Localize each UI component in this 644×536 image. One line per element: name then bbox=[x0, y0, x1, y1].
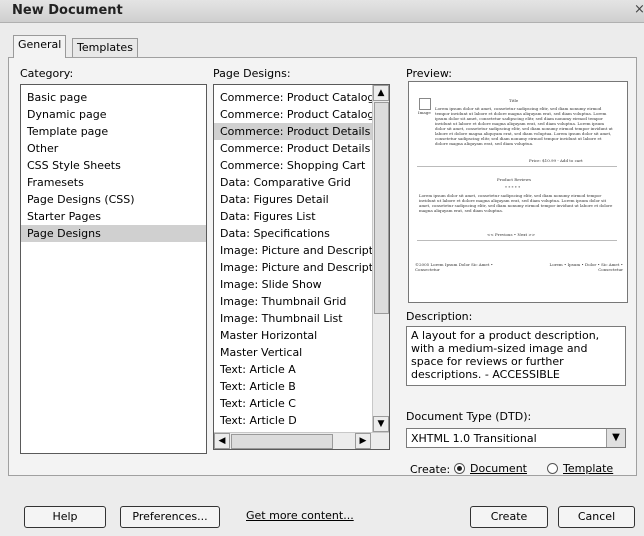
preview-image-label: Image bbox=[418, 110, 431, 115]
page-design-item[interactable]: Image: Picture and Description bbox=[214, 259, 372, 276]
preview-divider-2 bbox=[417, 240, 617, 241]
page-design-item[interactable]: Commerce: Product Details bbox=[214, 123, 372, 140]
dialog-title: New Document bbox=[12, 3, 123, 18]
category-label: Category: bbox=[20, 67, 74, 80]
category-item[interactable]: CSS Style Sheets bbox=[21, 157, 206, 174]
category-item[interactable]: Template page bbox=[21, 123, 206, 140]
create-template-label[interactable]: Template bbox=[563, 462, 613, 475]
get-more-content-link[interactable]: Get more content... bbox=[246, 509, 354, 522]
create-document-radio[interactable] bbox=[454, 463, 465, 474]
category-item[interactable]: Dynamic page bbox=[21, 106, 206, 123]
scroll-down-icon[interactable]: ▼ bbox=[373, 416, 389, 432]
page-design-item[interactable]: Master Vertical bbox=[214, 344, 372, 361]
title-bar[interactable]: New Document × bbox=[0, 0, 644, 23]
page-design-item[interactable]: Data: Specifications bbox=[214, 225, 372, 242]
page-designs-label: Page Designs: bbox=[213, 67, 291, 80]
page-design-item[interactable]: Image: Thumbnail List bbox=[214, 310, 372, 327]
page-design-item[interactable]: Data: Figures Detail bbox=[214, 191, 372, 208]
category-item[interactable]: Other bbox=[21, 140, 206, 157]
preview-label: Preview: bbox=[406, 67, 452, 80]
chevron-down-icon[interactable]: ▼ bbox=[606, 429, 625, 447]
page-design-item[interactable]: Commerce: Product Catalog bbox=[214, 89, 372, 106]
page-designs-hscrollbar[interactable]: ◀ ▶ bbox=[214, 432, 389, 449]
cancel-button[interactable]: Cancel bbox=[558, 506, 635, 528]
page-design-item[interactable]: Image: Slide Show bbox=[214, 276, 372, 293]
page-design-item[interactable]: Data: Figures List bbox=[214, 208, 372, 225]
page-designs-list[interactable]: Commerce: Product Catalog Commerce: Produ… bbox=[213, 84, 390, 450]
page-design-item[interactable]: Text: Article D bbox=[214, 412, 372, 429]
category-item[interactable]: Page Designs bbox=[21, 225, 206, 242]
create-button[interactable]: Create bbox=[470, 506, 548, 528]
page-design-item[interactable]: Commerce: Shopping Cart bbox=[214, 157, 372, 174]
preview-stars: * * * * * bbox=[505, 185, 521, 190]
tab-general[interactable]: General bbox=[13, 35, 67, 58]
preview-footer-right: Lorem • Ipsum • Dolor • Sic Amet • Conse… bbox=[549, 262, 623, 272]
preview-body: Lorem ipsum dolor sit amet, consetetur s… bbox=[435, 106, 613, 146]
scroll-thumb[interactable] bbox=[374, 102, 389, 314]
preview-footer-left: ©2005 Lorem Ipsum Dolor Sic Amet • Conse… bbox=[415, 262, 493, 272]
category-item[interactable]: Starter Pages bbox=[21, 208, 206, 225]
scroll-left-icon[interactable]: ◀ bbox=[214, 433, 230, 449]
help-button[interactable]: Help bbox=[24, 506, 106, 528]
description-text: A layout for a product description, with… bbox=[406, 326, 626, 386]
tab-templates[interactable]: Templates bbox=[72, 38, 138, 57]
hscroll-thumb[interactable] bbox=[231, 434, 333, 449]
preview-title: Title bbox=[509, 98, 519, 103]
preview-divider bbox=[417, 166, 617, 167]
category-item[interactable]: Framesets bbox=[21, 174, 206, 191]
doctype-value: XHTML 1.0 Transitional bbox=[411, 432, 537, 445]
page-design-item[interactable]: Commerce: Product Catalog bbox=[214, 106, 372, 123]
scroll-up-icon[interactable]: ▲ bbox=[373, 85, 389, 101]
preview-price: Price: $10.99 - Add to cart bbox=[529, 158, 583, 163]
page-design-item[interactable]: Text: Article A bbox=[214, 361, 372, 378]
preview-pager: << Previous • Next >> bbox=[487, 232, 536, 237]
page-design-item[interactable]: Master Horizontal bbox=[214, 327, 372, 344]
page-design-item[interactable]: Commerce: Product Details bbox=[214, 140, 372, 157]
page-designs-items: Commerce: Product Catalog Commerce: Produ… bbox=[214, 85, 372, 436]
preview-pane: Image Title Lorem ipsum dolor sit amet, … bbox=[408, 81, 628, 303]
page-design-item[interactable]: Data: Comparative Grid bbox=[214, 174, 372, 191]
preview-reviews-body: Lorem ipsum dolor sit amet, consetetur s… bbox=[419, 193, 613, 213]
page-design-item[interactable]: Text: Article C bbox=[214, 395, 372, 412]
description-label: Description: bbox=[406, 310, 473, 323]
create-template-radio[interactable] bbox=[547, 463, 558, 474]
create-document-label[interactable]: Document bbox=[470, 462, 527, 475]
doctype-label: Document Type (DTD): bbox=[406, 410, 532, 423]
page-design-item[interactable]: Image: Picture and Description bbox=[214, 242, 372, 259]
preview-reviews-title: Product Reviews bbox=[497, 177, 532, 182]
scroll-right-icon[interactable]: ▶ bbox=[355, 433, 371, 449]
page-designs-vscrollbar[interactable]: ▲ ▼ bbox=[372, 85, 389, 432]
category-item[interactable]: Page Designs (CSS) bbox=[21, 191, 206, 208]
new-document-dialog: New Document × General Templates Categor… bbox=[0, 0, 644, 536]
page-design-item[interactable]: Text: Article B bbox=[214, 378, 372, 395]
category-list[interactable]: Basic page Dynamic page Template page Other… bbox=[20, 84, 207, 454]
preferences-button[interactable]: Preferences... bbox=[120, 506, 220, 528]
create-label: Create: bbox=[410, 463, 451, 476]
page-design-item[interactable]: Image: Thumbnail Grid bbox=[214, 293, 372, 310]
category-item[interactable]: Basic page bbox=[21, 89, 206, 106]
image-placeholder-icon bbox=[419, 98, 431, 110]
close-icon[interactable]: × bbox=[634, 2, 644, 18]
doctype-select[interactable]: XHTML 1.0 Transitional ▼ bbox=[406, 428, 626, 448]
